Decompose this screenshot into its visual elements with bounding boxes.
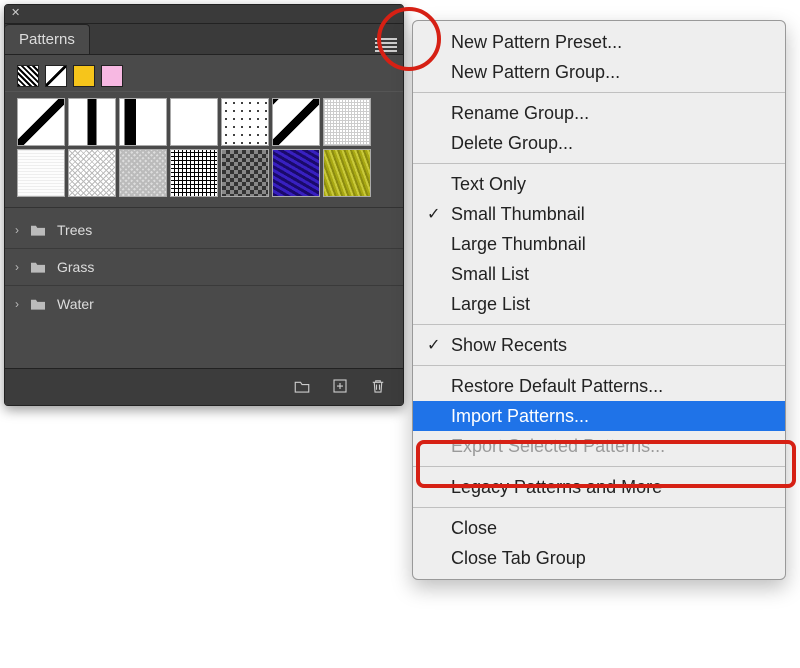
chevron-right-icon: › — [15, 223, 19, 237]
folder-grass[interactable]: › Grass — [5, 249, 403, 286]
folder-list: › Trees › Grass › Water — [5, 208, 403, 326]
panel-flyout-menu: New Pattern Preset... New Pattern Group..… — [412, 20, 786, 580]
new-pattern-icon[interactable] — [331, 377, 349, 398]
menu-item[interactable]: New Pattern Preset... — [413, 27, 785, 57]
menu-separator — [413, 507, 785, 508]
folder-label: Grass — [57, 259, 94, 275]
menu-item-label: New Pattern Preset... — [451, 32, 622, 53]
menu-item[interactable]: Small List — [413, 259, 785, 289]
menu-item-label: Delete Group... — [451, 133, 573, 154]
patterns-panel: ✕ Patterns — [4, 4, 404, 406]
new-group-icon[interactable] — [293, 377, 311, 398]
recent-swatch[interactable] — [73, 65, 95, 87]
folder-trees[interactable]: › Trees — [5, 212, 403, 249]
menu-item-label: Close — [451, 518, 497, 539]
pattern-tile[interactable] — [272, 98, 320, 146]
menu-item-label: Text Only — [451, 174, 526, 195]
folder-icon — [29, 260, 47, 274]
menu-separator — [413, 163, 785, 164]
menu-item[interactable]: Close — [413, 513, 785, 543]
menu-item[interactable]: Text Only — [413, 169, 785, 199]
folder-icon — [29, 297, 47, 311]
menu-item[interactable]: Large Thumbnail — [413, 229, 785, 259]
recent-patterns — [5, 55, 403, 91]
folder-label: Trees — [57, 222, 92, 238]
pattern-tile[interactable] — [17, 149, 65, 197]
pattern-tile[interactable] — [170, 98, 218, 146]
panel-header: ✕ — [5, 5, 403, 24]
menu-item-label: Rename Group... — [451, 103, 589, 124]
panel-bottom-bar — [5, 368, 403, 405]
pattern-tile[interactable] — [323, 98, 371, 146]
menu-item-label: Legacy Patterns and More — [451, 477, 662, 498]
recent-swatch[interactable] — [101, 65, 123, 87]
menu-separator — [413, 365, 785, 366]
recent-swatch[interactable] — [45, 65, 67, 87]
menu-item[interactable]: Delete Group... — [413, 128, 785, 158]
pattern-tile[interactable] — [323, 149, 371, 197]
chevron-right-icon: › — [15, 297, 19, 311]
pattern-tile[interactable] — [272, 149, 320, 197]
menu-separator — [413, 466, 785, 467]
menu-item-label: New Pattern Group... — [451, 62, 620, 83]
chevron-right-icon: › — [15, 260, 19, 274]
menu-item[interactable]: New Pattern Group... — [413, 57, 785, 87]
menu-item-label: Small Thumbnail — [451, 204, 585, 225]
menu-item[interactable]: Large List — [413, 289, 785, 319]
close-panel-icon[interactable]: ✕ — [11, 7, 20, 19]
pattern-tile[interactable] — [68, 98, 116, 146]
folder-label: Water — [57, 296, 94, 312]
menu-item[interactable]: Legacy Patterns and More — [413, 472, 785, 502]
menu-separator — [413, 324, 785, 325]
menu-item[interactable]: Rename Group... — [413, 98, 785, 128]
folder-water[interactable]: › Water — [5, 286, 403, 322]
pattern-tile[interactable] — [68, 149, 116, 197]
menu-item[interactable]: ✓ Show Recents — [413, 330, 785, 360]
menu-item-label: Import Patterns... — [451, 406, 589, 427]
recent-swatch[interactable] — [17, 65, 39, 87]
menu-item-label: Large List — [451, 294, 530, 315]
menu-item: Export Selected Patterns... — [413, 431, 785, 461]
pattern-grid — [5, 91, 403, 208]
menu-item-label: Export Selected Patterns... — [451, 436, 665, 457]
menu-item-label: Show Recents — [451, 335, 567, 356]
delete-icon[interactable] — [369, 377, 387, 398]
pattern-tile[interactable] — [119, 149, 167, 197]
menu-item[interactable]: Restore Default Patterns... — [413, 371, 785, 401]
pattern-tile[interactable] — [170, 149, 218, 197]
pattern-tile[interactable] — [17, 98, 65, 146]
check-icon: ✓ — [427, 204, 440, 224]
menu-item-label: Close Tab Group — [451, 548, 586, 569]
menu-item-label: Restore Default Patterns... — [451, 376, 663, 397]
check-icon: ✓ — [427, 335, 440, 355]
panel-menu-icon[interactable] — [375, 38, 397, 52]
menu-item[interactable]: ✓ Small Thumbnail — [413, 199, 785, 229]
menu-separator — [413, 92, 785, 93]
menu-item[interactable]: Import Patterns... — [413, 401, 785, 431]
pattern-tile[interactable] — [119, 98, 167, 146]
tab-patterns[interactable]: Patterns — [5, 24, 90, 54]
menu-item-label: Large Thumbnail — [451, 234, 586, 255]
folder-icon — [29, 223, 47, 237]
pattern-tile[interactable] — [221, 149, 269, 197]
pattern-tile[interactable] — [221, 98, 269, 146]
menu-item-label: Small List — [451, 264, 529, 285]
menu-item[interactable]: Close Tab Group — [413, 543, 785, 573]
tab-row: Patterns — [5, 24, 403, 55]
